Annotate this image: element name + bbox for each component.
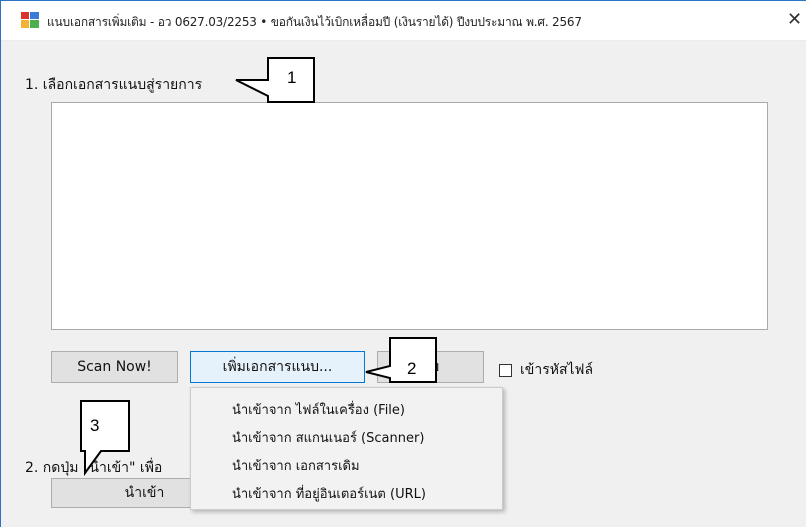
add-attachment-button[interactable]: เพิ่มเอกสารแนบ...	[190, 351, 365, 383]
menu-item-import-existing[interactable]: นำเข้าจาก เอกสารเดิม	[191, 451, 502, 479]
window-title: แนบเอกสารเพิ่มเติม - อว 0627.03/2253 • ข…	[47, 15, 582, 29]
add-attachment-menu: นำเข้าจาก ไฟล์ในเครื่อง (File) นำเข้าจาก…	[190, 387, 503, 510]
menu-item-import-url[interactable]: นำเข้าจาก ที่อยู่อินเตอร์เนต (URL)	[191, 479, 502, 507]
app-icon	[21, 12, 39, 28]
section1-label: 1. เลือกเอกสารแนบสู่รายการ	[25, 77, 203, 93]
callout-number-3: 3	[90, 416, 100, 435]
encrypt-file-option[interactable]: เข้ารหัสไฟล์	[499, 359, 593, 381]
encrypt-label: เข้ารหัสไฟล์	[520, 362, 594, 378]
menu-item-import-file[interactable]: นำเข้าจาก ไฟล์ในเครื่อง (File)	[191, 395, 502, 423]
callout-arrow-1	[235, 57, 315, 103]
menu-item-import-scanner[interactable]: นำเข้าจาก สแกนเนอร์ (Scanner)	[191, 423, 502, 451]
close-icon[interactable]: ✕	[787, 7, 806, 33]
callout-number-1: 1	[287, 68, 297, 87]
attachment-list[interactable]	[51, 102, 768, 330]
callout-number-2: 2	[407, 359, 417, 378]
callout-arrow-2	[365, 337, 437, 383]
attach-documents-window: แนบเอกสารเพิ่มเติม - อว 0627.03/2253 • ข…	[0, 0, 806, 527]
callout-arrow-3	[80, 400, 130, 477]
encrypt-checkbox[interactable]	[499, 363, 512, 377]
title-bar: แนบเอกสารเพิ่มเติม - อว 0627.03/2253 • ข…	[1, 1, 806, 41]
scan-now-button[interactable]: Scan Now!	[51, 351, 178, 383]
